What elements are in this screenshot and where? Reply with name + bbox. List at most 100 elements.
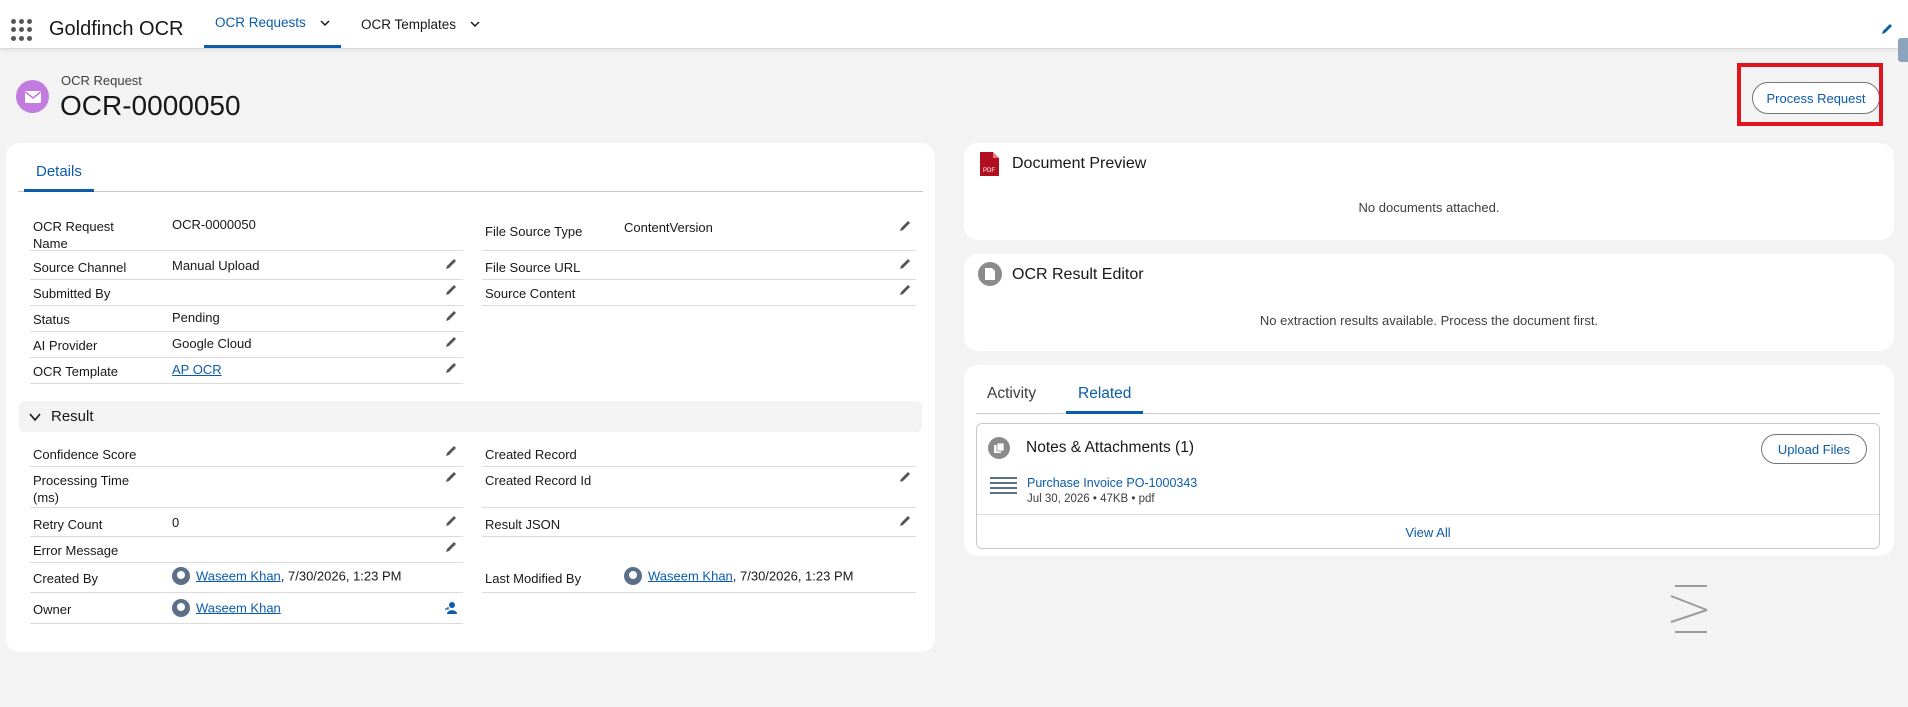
field-label: Source Content bbox=[485, 286, 576, 301]
pencil-icon[interactable] bbox=[444, 361, 458, 375]
global-nav: Goldfinch OCR OCR Requests OCR Templates bbox=[0, 0, 1908, 49]
ocr-result-editor-card: OCR Result Editor No extraction results … bbox=[964, 254, 1894, 351]
nav-tab-label: OCR Requests bbox=[215, 15, 306, 30]
pencil-icon[interactable] bbox=[444, 470, 458, 484]
field-label: Submitted By bbox=[33, 286, 111, 301]
field-label: OCR Template bbox=[33, 364, 119, 379]
notes-title: Notes & Attachments (1) bbox=[1026, 439, 1194, 456]
tab-details[interactable]: Details bbox=[24, 143, 94, 192]
chevron-down-icon[interactable] bbox=[320, 18, 330, 28]
avatar bbox=[624, 567, 642, 585]
nav-tab-ocr-templates[interactable]: OCR Templates bbox=[361, 0, 480, 48]
related-tabbar: Activity Related bbox=[976, 365, 1880, 414]
pencil-icon[interactable] bbox=[898, 257, 912, 271]
details-card: Details OCR Request Name OCR-0000050 Sou… bbox=[6, 143, 935, 652]
file-link[interactable]: Purchase Invoice PO-1000343 bbox=[1027, 476, 1197, 490]
pencil-icon[interactable] bbox=[444, 335, 458, 349]
pencil-icon[interactable] bbox=[444, 444, 458, 458]
card-title: OCR Result Editor bbox=[1012, 266, 1144, 283]
field-value: OCR-0000050 bbox=[172, 217, 256, 232]
file-thumbnail-icon bbox=[990, 476, 1017, 496]
upload-files-button[interactable]: Upload Files bbox=[1761, 434, 1867, 464]
nav-tab-ocr-requests[interactable]: OCR Requests bbox=[204, 0, 341, 48]
modified-date: , 7/30/2026, 1:23 PM bbox=[732, 568, 854, 584]
field-label: OCR Request Name bbox=[33, 219, 114, 251]
app-name: Goldfinch OCR bbox=[49, 18, 184, 40]
document-preview-card: PDF Document Preview No documents attach… bbox=[964, 143, 1894, 240]
document-icon bbox=[978, 262, 1002, 286]
field-retry-count: Retry Count 0 bbox=[30, 511, 463, 537]
pencil-icon[interactable] bbox=[444, 309, 458, 323]
avatar bbox=[172, 599, 190, 617]
field-status: Status Pending bbox=[30, 306, 463, 332]
field-owner: Owner Waseem Khan bbox=[30, 594, 463, 624]
field-source-channel: Source Channel Manual Upload bbox=[30, 254, 463, 280]
ocr-request-record-icon bbox=[16, 80, 49, 113]
created-date: , 7/30/2026, 1:23 PM bbox=[280, 568, 402, 584]
field-label: Owner bbox=[33, 602, 72, 617]
pencil-icon[interactable] bbox=[898, 219, 912, 233]
field-confidence-score: Confidence Score bbox=[30, 441, 463, 467]
field-created-by: Created By Waseem Khan, 7/30/2026, 1:23 … bbox=[30, 563, 463, 593]
result-section-header[interactable]: Result bbox=[19, 401, 922, 432]
field-ocr-request-name: OCR Request Name OCR-0000050 bbox=[30, 213, 463, 251]
file-meta: Jul 30, 2026 • 47KB • pdf bbox=[1027, 493, 1155, 505]
field-error-message: Error Message bbox=[30, 537, 463, 563]
field-last-modified-by: Last Modified By Waseem Khan, 7/30/2026,… bbox=[482, 563, 916, 593]
pdf-icon: PDF bbox=[978, 151, 1000, 177]
view-all-link[interactable]: View All bbox=[977, 514, 1879, 548]
avatar bbox=[172, 567, 190, 585]
field-result-json: Result JSON bbox=[482, 511, 916, 537]
section-title: Result bbox=[51, 408, 94, 425]
field-label: Error Message bbox=[33, 543, 119, 558]
field-source-content: Source Content bbox=[482, 280, 916, 306]
chevron-down-icon[interactable] bbox=[470, 19, 480, 29]
pencil-icon[interactable] bbox=[898, 283, 912, 297]
pencil-icon[interactable] bbox=[898, 514, 912, 528]
field-submitted-by: Submitted By bbox=[30, 280, 463, 306]
field-value: Pending bbox=[172, 310, 220, 325]
notes-attachments-card: Notes & Attachments (1) Upload Files Pur… bbox=[976, 423, 1880, 549]
notes-icon bbox=[988, 437, 1010, 459]
pencil-icon[interactable] bbox=[444, 540, 458, 554]
app-launcher-icon[interactable] bbox=[11, 19, 33, 41]
pencil-icon[interactable] bbox=[898, 470, 912, 484]
utility-side-tab[interactable] bbox=[1898, 38, 1908, 62]
empty-message: No extraction results available. Process… bbox=[1259, 313, 1599, 328]
card-title: Document Preview bbox=[1012, 155, 1147, 172]
ocr-template-link[interactable]: AP OCR bbox=[172, 362, 222, 377]
field-label: Created By bbox=[33, 571, 99, 586]
field-value: Manual Upload bbox=[172, 258, 260, 273]
field-label: File Source URL bbox=[485, 260, 581, 275]
details-tabbar: Details bbox=[18, 143, 923, 192]
record-type-label: OCR Request bbox=[61, 73, 142, 88]
pencil-icon[interactable] bbox=[444, 514, 458, 528]
user-link[interactable]: Waseem Khan bbox=[196, 568, 281, 583]
field-created-record-id: Created Record Id bbox=[482, 467, 916, 508]
field-label: Last Modified By bbox=[485, 571, 582, 586]
change-owner-icon[interactable] bbox=[444, 601, 458, 615]
field-ai-provider: AI Provider Google Cloud bbox=[30, 332, 463, 358]
field-label: AI Provider bbox=[33, 338, 98, 353]
field-label: Status bbox=[33, 312, 70, 327]
process-request-button[interactable]: Process Request bbox=[1752, 82, 1880, 114]
field-label: Retry Count bbox=[33, 517, 103, 532]
tab-related[interactable]: Related bbox=[1066, 365, 1144, 414]
page-title: OCR-0000050 bbox=[60, 90, 241, 121]
edit-nav-icon[interactable] bbox=[1880, 22, 1894, 36]
tab-activity[interactable]: Activity bbox=[987, 365, 1036, 414]
field-created-record: Created Record bbox=[482, 441, 916, 467]
field-processing-time: Processing Time (ms) bbox=[30, 467, 463, 508]
related-card: Activity Related Notes & Attachments (1)… bbox=[964, 365, 1894, 556]
field-label: Created Record Id bbox=[485, 473, 592, 488]
pencil-icon[interactable] bbox=[444, 283, 458, 297]
user-link[interactable]: Waseem Khan bbox=[196, 600, 281, 615]
field-label: File Source Type bbox=[485, 224, 583, 239]
user-link[interactable]: Waseem Khan bbox=[648, 568, 733, 583]
field-label: Processing Time (ms) bbox=[33, 473, 130, 505]
field-value: ContentVersion bbox=[624, 220, 713, 235]
field-value: 0 bbox=[172, 515, 180, 530]
loading-logo-icon bbox=[1667, 582, 1713, 636]
pdf-icon-text: PDF bbox=[983, 168, 995, 174]
pencil-icon[interactable] bbox=[444, 257, 458, 271]
